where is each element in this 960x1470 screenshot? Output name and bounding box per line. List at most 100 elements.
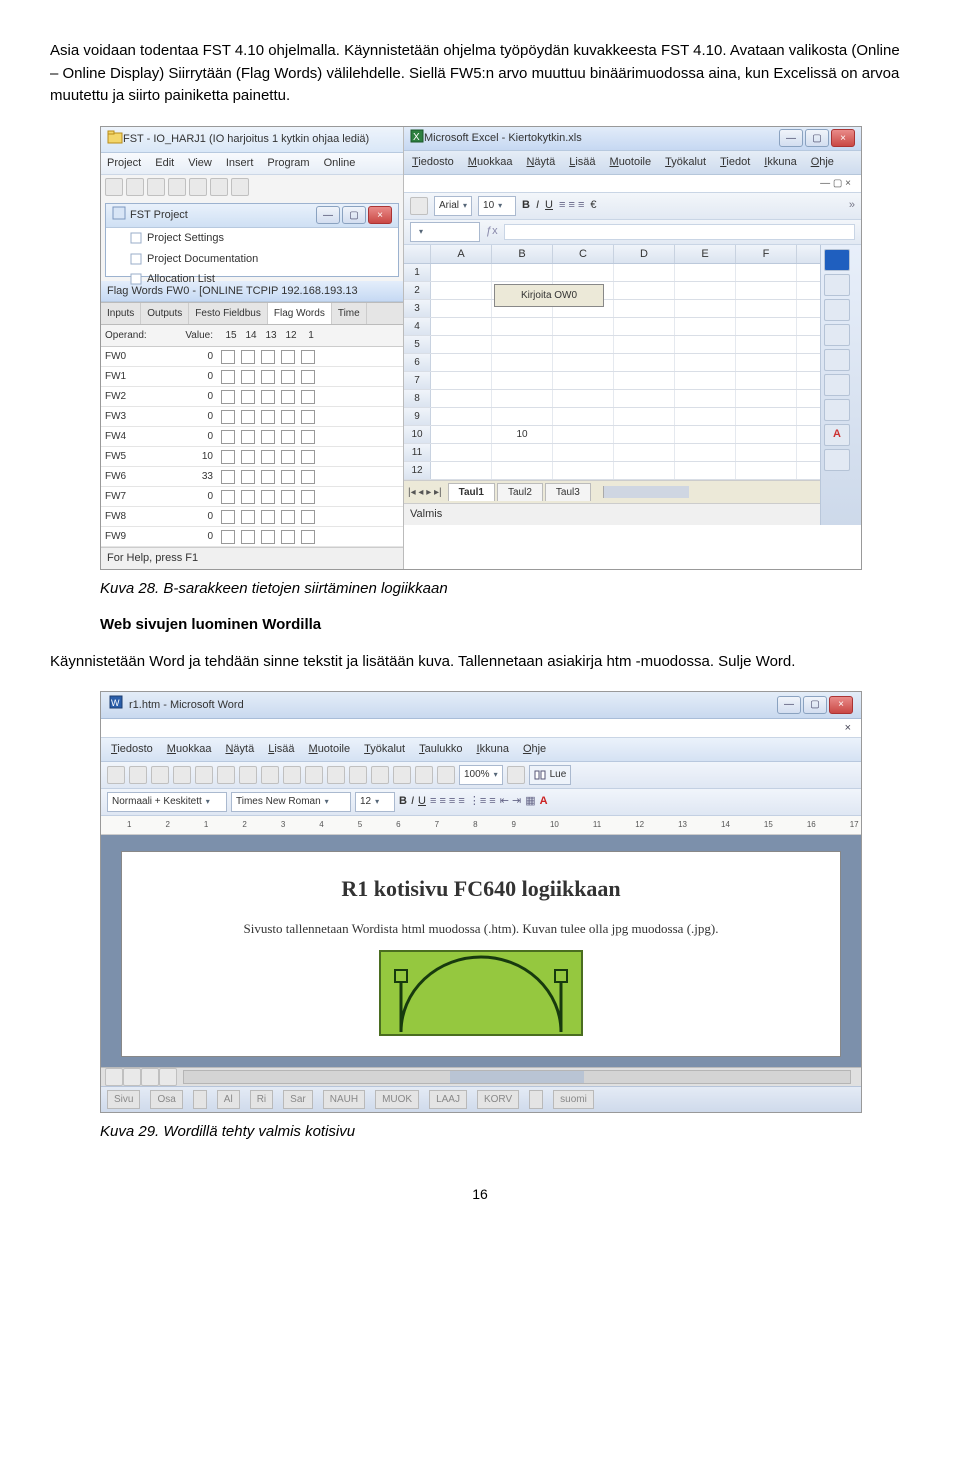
excel-menu-lisää[interactable]: Lisää: [569, 154, 595, 171]
italic-icon[interactable]: I: [536, 197, 539, 214]
tree-project-settings[interactable]: Project Settings: [106, 228, 398, 249]
excel-menu-näytä[interactable]: Näytä: [526, 154, 555, 171]
flag-word-row[interactable]: FW30: [101, 407, 403, 427]
excel-menu-muokkaa[interactable]: Muokkaa: [468, 154, 513, 171]
flag-tab-flag-words[interactable]: Flag Words: [268, 303, 332, 324]
menu-edit[interactable]: Edit: [155, 155, 174, 172]
word-menu-ikkuna[interactable]: Ikkuna: [477, 741, 509, 758]
align-icons[interactable]: ≡ ≡ ≡: [559, 197, 584, 214]
fx-icon[interactable]: ƒx: [486, 223, 498, 240]
menu-view[interactable]: View: [188, 155, 212, 172]
cut-icon[interactable]: [189, 178, 207, 196]
euro-icon[interactable]: €: [590, 197, 596, 214]
word-menu-ohje[interactable]: Ohje: [523, 741, 546, 758]
word-standard-toolbar[interactable]: 100%▾ Lue: [101, 762, 861, 789]
align-icons[interactable]: ≡ ≡ ≡ ≡: [430, 793, 465, 810]
paste-icon[interactable]: [231, 178, 249, 196]
excel-menu-tiedosto[interactable]: Tiedosto: [412, 154, 454, 171]
drawing-icon[interactable]: [415, 766, 433, 784]
flag-tab-inputs[interactable]: Inputs: [101, 303, 141, 324]
flag-tab-outputs[interactable]: Outputs: [141, 303, 189, 324]
maximize-icon[interactable]: ▢: [805, 129, 829, 147]
font-size-combo[interactable]: 12▾: [355, 792, 395, 812]
zoom-combo[interactable]: 100%▾: [459, 765, 503, 785]
underline-icon[interactable]: U: [545, 197, 553, 214]
excel-menu-ikkuna[interactable]: Ikkuna: [764, 154, 796, 171]
column-headers[interactable]: A B C D E F: [404, 245, 820, 265]
flag-word-row[interactable]: FW00: [101, 347, 403, 367]
excel-row[interactable]: 4: [404, 318, 820, 336]
col-e[interactable]: E: [675, 245, 736, 264]
col-c[interactable]: C: [553, 245, 614, 264]
formula-bar[interactable]: [504, 224, 855, 240]
new-icon[interactable]: [105, 178, 123, 196]
borders-icon[interactable]: ▦: [525, 793, 535, 810]
excel-menu-työkalut[interactable]: Työkalut: [665, 154, 706, 171]
save-icon[interactable]: [147, 178, 165, 196]
columns-icon[interactable]: [393, 766, 411, 784]
copy-icon[interactable]: [283, 766, 301, 784]
menu-insert[interactable]: Insert: [226, 155, 254, 172]
word-menu-lisää[interactable]: Lisää: [268, 741, 294, 758]
permission-icon[interactable]: [173, 766, 191, 784]
underline-icon[interactable]: U: [418, 793, 426, 810]
excel-row[interactable]: 2: [404, 282, 820, 300]
italic-icon[interactable]: I: [411, 793, 414, 810]
maximize-icon[interactable]: ▢: [342, 206, 366, 224]
sheet-tab-2[interactable]: Taul2: [497, 483, 543, 501]
outline-view-icon[interactable]: [159, 1068, 177, 1086]
fst-menu-bar[interactable]: Project Edit View Insert Program Online: [101, 153, 403, 175]
flag-word-row[interactable]: FW70: [101, 487, 403, 507]
paste-icon[interactable]: [305, 766, 323, 784]
excel-menu-tiedot[interactable]: Tiedot: [720, 154, 750, 171]
name-box[interactable]: ▾: [410, 222, 480, 242]
view-buttons-row[interactable]: [101, 1067, 861, 1086]
help-icon[interactable]: [507, 766, 525, 784]
preview-icon[interactable]: [217, 766, 235, 784]
list-icons[interactable]: ⋮≡ ≡: [469, 793, 496, 810]
bold-icon[interactable]: B: [399, 793, 407, 810]
font-size-combo[interactable]: 10▾: [478, 196, 516, 216]
col-b[interactable]: B: [492, 245, 553, 264]
col-d[interactable]: D: [614, 245, 675, 264]
style-combo[interactable]: Normaali + Keskitett▾: [107, 792, 227, 812]
sheet-tab-3[interactable]: Taul3: [545, 483, 591, 501]
xl-open-icon[interactable]: [410, 197, 428, 215]
toolbar-chevron-icon[interactable]: »: [849, 197, 855, 214]
menu-program[interactable]: Program: [267, 155, 309, 172]
menu-project[interactable]: Project: [107, 155, 141, 172]
font-color-icon[interactable]: A: [540, 793, 548, 810]
word-menu-taulukko[interactable]: Taulukko: [419, 741, 462, 758]
flag-tab-festo-fieldbus[interactable]: Festo Fieldbus: [189, 303, 268, 324]
flag-tab-time[interactable]: Time: [332, 303, 367, 324]
print-icon[interactable]: [195, 766, 213, 784]
word-menu-muokkaa[interactable]: Muokkaa: [167, 741, 212, 758]
redo-icon[interactable]: [349, 766, 367, 784]
flag-word-row[interactable]: FW80: [101, 507, 403, 527]
word-menu-bar[interactable]: TiedostoMuokkaaNäytäLisääMuotoileTyökalu…: [101, 738, 861, 762]
word-menu-muotoile[interactable]: Muotoile: [309, 741, 351, 758]
sheet-tab-1[interactable]: Taul1: [448, 483, 495, 501]
tree-project-doc[interactable]: Project Documentation: [106, 249, 398, 270]
print-view-icon[interactable]: [141, 1068, 159, 1086]
read-button[interactable]: Lue: [529, 765, 572, 785]
excel-menu-bar[interactable]: TiedostoMuokkaaNäytäLisääMuotoileTyökalu…: [404, 151, 861, 175]
close-icon[interactable]: ×: [829, 696, 853, 714]
bold-icon[interactable]: B: [522, 197, 530, 214]
show-marks-icon[interactable]: [437, 766, 455, 784]
minimize-icon[interactable]: —: [777, 696, 801, 714]
tab-nav-icons[interactable]: |◂ ◂ ▸ ▸|: [408, 485, 442, 500]
save-icon[interactable]: [151, 766, 169, 784]
col-f[interactable]: F: [736, 245, 797, 264]
flag-tabs[interactable]: InputsOutputsFesto FieldbusFlag WordsTim…: [101, 302, 403, 325]
minimize-icon[interactable]: —: [779, 129, 803, 147]
close-icon[interactable]: ×: [831, 129, 855, 147]
minimize-icon[interactable]: —: [316, 206, 340, 224]
word-menu-näytä[interactable]: Näytä: [225, 741, 254, 758]
flag-word-row[interactable]: FW40: [101, 427, 403, 447]
sheet-tabs[interactable]: |◂ ◂ ▸ ▸| Taul1 Taul2 Taul3: [404, 480, 820, 503]
spelling-icon[interactable]: [239, 766, 257, 784]
flag-word-row[interactable]: FW633: [101, 467, 403, 487]
write-ow0-button[interactable]: Kirjoita OW0: [494, 284, 604, 307]
excel-taskpane[interactable]: A: [820, 245, 861, 525]
